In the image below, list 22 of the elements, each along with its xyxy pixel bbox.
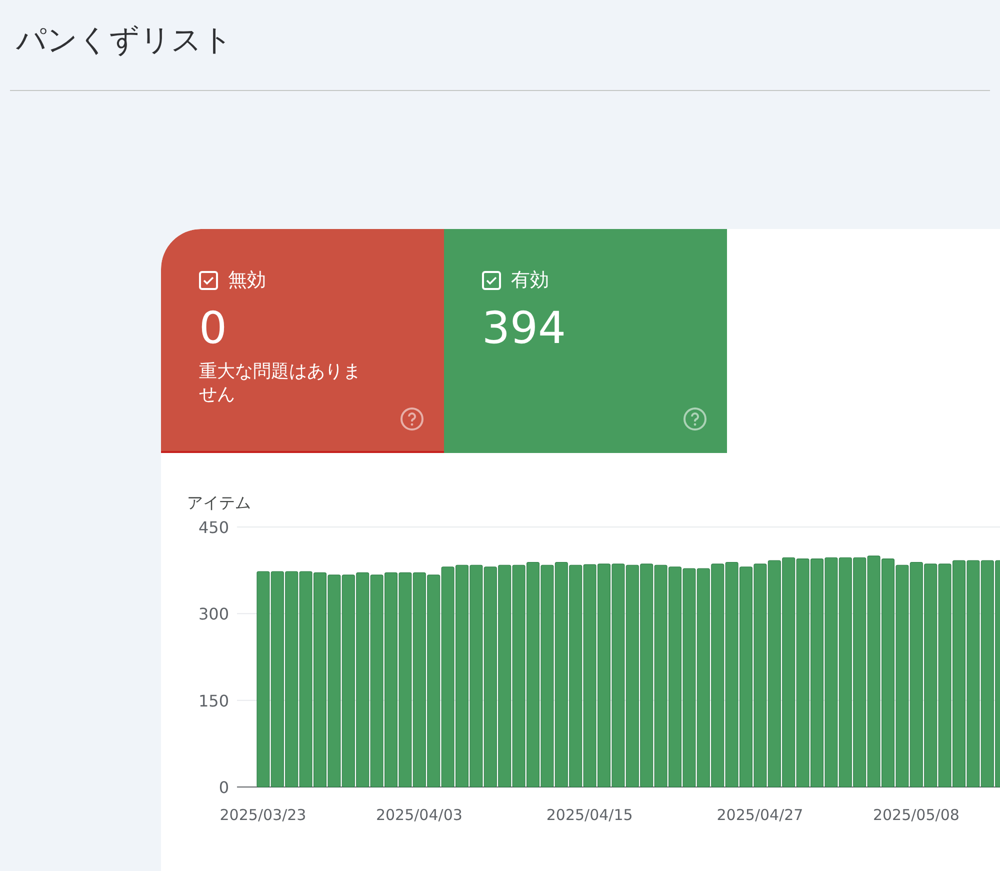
status-tile[interactable]: 有効 394 (444, 229, 727, 453)
x-tick-label: 2025/04/15 (546, 806, 633, 824)
tile-label: 無効 (228, 268, 266, 293)
y-tick-label: 150 (198, 691, 229, 710)
tile-note: 重大な問題はありません (199, 360, 362, 407)
x-tick-label: 2025/04/03 (376, 806, 462, 824)
chart-title: アイテム (187, 493, 252, 514)
help-icon[interactable] (683, 407, 707, 431)
x-tick-label: 2025/05/08 (872, 806, 960, 824)
tile-count: 394 (482, 303, 567, 356)
y-tick-label: 300 (198, 604, 229, 624)
help-icon[interactable] (400, 407, 424, 431)
x-tick-label: 2025/04/27 (716, 806, 804, 824)
status-tile[interactable]: 無効 0 重大な問題はありません (161, 229, 444, 453)
y-tick-label: 450 (198, 518, 229, 537)
tile-label: 有効 (511, 268, 549, 293)
page-title: パンくずリスト (16, 22, 233, 60)
y-tick-label: 0 (218, 778, 229, 797)
x-tick-label: 2025/03/23 (220, 806, 306, 824)
checkbox[interactable] (482, 270, 501, 290)
tile-count: 0 (199, 303, 228, 356)
checkbox[interactable] (199, 270, 218, 290)
